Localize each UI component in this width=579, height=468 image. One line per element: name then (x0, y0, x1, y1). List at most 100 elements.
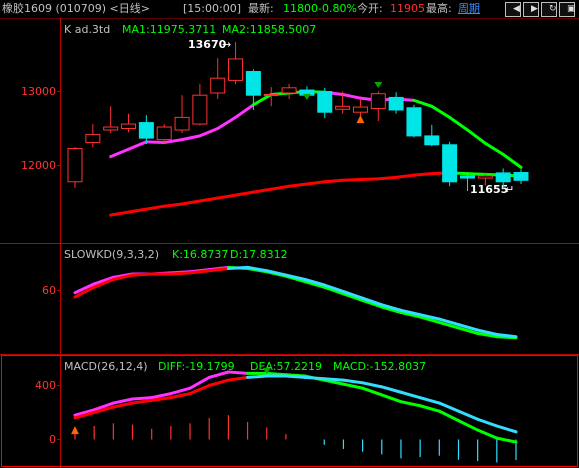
candle-body (424, 135, 440, 146)
macd-y-tick-400: 400 (35, 379, 56, 392)
ma1-line-segment (448, 115, 469, 132)
kd-d-line-segment (169, 271, 192, 276)
back-button[interactable]: ◀ (505, 2, 521, 17)
macd-dea-label: DEA:57.2219 (250, 360, 322, 373)
latest-value: 11800 (283, 2, 318, 15)
candle-body (245, 71, 261, 96)
candle-body (442, 144, 458, 183)
macd-diff-label: DIFF:-19.1799 (158, 360, 235, 373)
high-label: 最高: (426, 2, 452, 15)
macd-value-label: MACD:-152.8037 (333, 360, 426, 373)
macd-dea-line-segment (303, 375, 326, 381)
expand-button[interactable]: ▣ (559, 2, 576, 17)
open-value: 11905 (390, 2, 425, 15)
macd-diff-line-segment (456, 419, 480, 432)
ma1-line-segment (251, 92, 273, 107)
top-bar: 橡胶1609 (010709) <日线> [15:00:00] 最新: 1180… (0, 0, 579, 18)
ma1-line-segment (465, 128, 487, 145)
candle-body (370, 93, 386, 110)
signal-arrow-icon (71, 426, 79, 435)
ma2-line-segment (341, 178, 362, 182)
period-link[interactable]: 周期 (458, 0, 480, 18)
candle-body (138, 122, 154, 139)
kd-d-line-segment (131, 272, 154, 277)
candle-body (263, 93, 279, 96)
kd-d-label: D:17.8312 (230, 248, 288, 261)
macd-diff-line-segment (131, 396, 154, 401)
candle-body (495, 172, 511, 183)
y-tick-13000: 13000 (21, 85, 56, 98)
ma1-line-segment (198, 127, 220, 138)
kline-title: K ad.3td (64, 23, 110, 36)
ma2-line-segment (216, 193, 238, 200)
ma2-line-segment (305, 180, 327, 186)
low-marker-arrow: ↵ (505, 183, 514, 196)
chart-area: K ad.3td MA1:11975.3711 MA2:11858.5007 1… (0, 18, 579, 468)
ma1-line-segment (501, 152, 523, 169)
macd-dea-line-segment (380, 385, 403, 394)
ma2-line-segment (376, 175, 398, 181)
time-label: [15:00:00] (183, 2, 241, 15)
high-marker-arrow: → (222, 38, 231, 51)
macd-dea-line-segment (437, 401, 460, 413)
ma1-line-segment (144, 140, 166, 145)
candle-body (156, 126, 172, 141)
macd-dea-line-segment (495, 424, 518, 434)
macd-dea-line-segment (246, 374, 269, 379)
macd-dea-line-segment (476, 417, 499, 428)
kline-plot (67, 41, 529, 217)
candle-body (85, 133, 101, 144)
candle-body (281, 87, 297, 94)
candle-body (174, 116, 190, 131)
ma2-line-segment (180, 199, 202, 206)
macd-dea-line-segment (361, 381, 384, 389)
ma1-line-segment (430, 104, 452, 119)
signal-arrow-icon (374, 82, 383, 89)
ma2-line-segment (323, 178, 345, 184)
ma2-line-segment (251, 187, 273, 194)
candle-body (459, 175, 475, 179)
arrow-left-icon: ◀ (513, 4, 520, 14)
ma2-line-segment (358, 177, 380, 182)
ma2-line-segment (109, 210, 131, 217)
ma1-line-segment (483, 141, 505, 156)
macd-title: MACD(26,12,4) (64, 360, 148, 373)
ma2-line-segment (198, 196, 220, 203)
macd-dea-line-segment (399, 390, 422, 400)
macd-dea-line-segment (207, 378, 230, 387)
macd-dea-line-segment (131, 398, 154, 405)
ma2-line-segment (412, 172, 434, 177)
macd-dea-line-segment (341, 378, 365, 385)
candle-body (317, 91, 333, 113)
ma2-line-segment (465, 172, 487, 176)
kd-d-line-segment (226, 265, 250, 270)
macd-diff-line-segment (476, 428, 499, 440)
ma2-line-segment (269, 184, 291, 191)
change-pct: -0.80% (318, 2, 357, 15)
refresh-button[interactable]: ↻ (541, 2, 557, 17)
ma1-line-segment (341, 92, 362, 100)
ma1-line-segment (127, 140, 148, 151)
expand-icon: ▣ (567, 4, 576, 14)
candle-body (388, 96, 404, 111)
kd-y-tick-60: 60 (42, 284, 56, 297)
candle-body (103, 126, 119, 131)
ma2-line-segment (144, 204, 166, 211)
macd-diff-line-segment (361, 386, 384, 397)
macd-dea-line-segment (456, 409, 480, 421)
ma1-line-segment (216, 115, 238, 130)
candle-body (228, 58, 244, 81)
macd-diff-line-segment (380, 393, 403, 404)
kd-plot (73, 265, 518, 340)
forward-button[interactable]: ▶ (523, 2, 539, 17)
candle-body (210, 77, 226, 94)
ma1-label: MA1:11975.3711 (122, 23, 216, 36)
macd-dea-line-segment (418, 396, 441, 405)
candle-body (477, 175, 493, 179)
macd-diff-line-segment (226, 370, 250, 375)
kd-title: SLOWKD(9,3,3,2) (64, 248, 159, 261)
ma2-line-segment (394, 173, 416, 179)
macd-dea-line-segment (284, 374, 307, 379)
macd-diff-line-segment (265, 371, 288, 377)
macd-dea-line-segment (322, 377, 345, 382)
